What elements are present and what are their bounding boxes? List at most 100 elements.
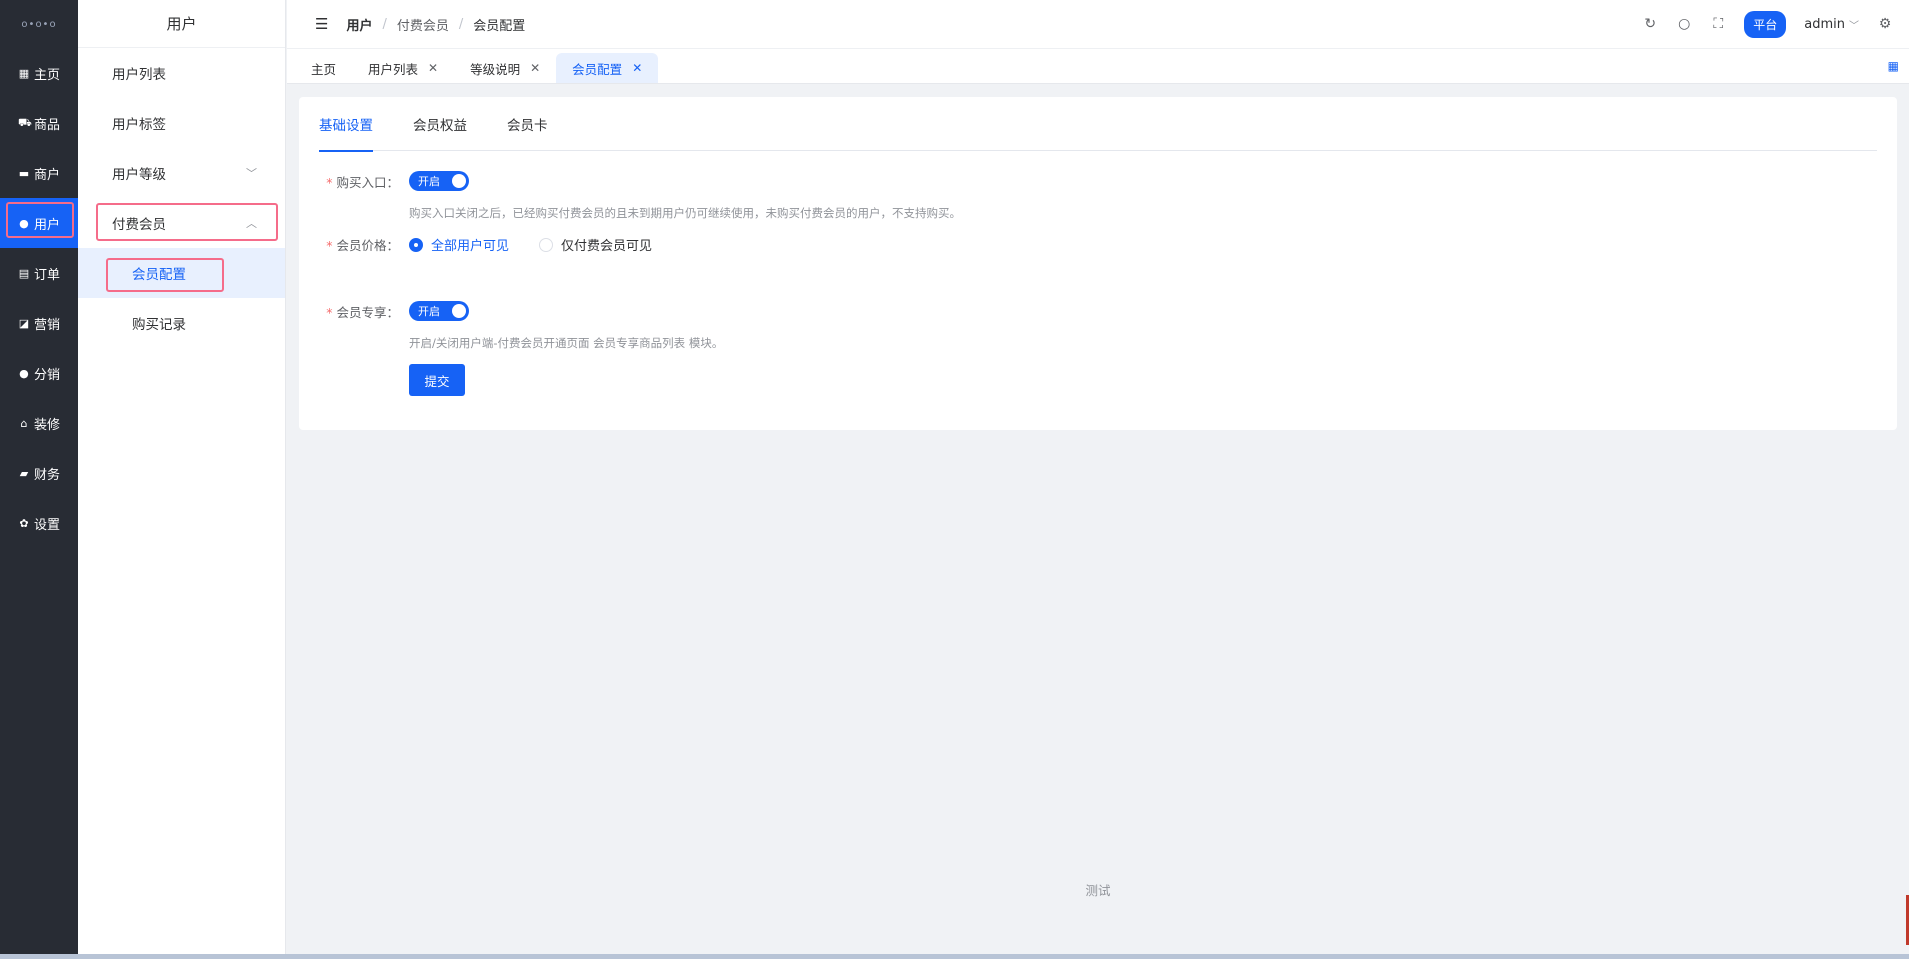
- chart-icon: ◪: [18, 316, 30, 330]
- username: admin: [1804, 16, 1845, 32]
- rail-item-decoration[interactable]: ⌂ 装修: [0, 398, 78, 448]
- fullscreen-icon[interactable]: ⛶: [1710, 16, 1726, 32]
- exclusive-hint: 开启/关闭用户端-付费会员开通页面 会员专享商品列表 模块。: [409, 336, 724, 350]
- submenu-child-member-config[interactable]: 会员配置: [78, 248, 285, 298]
- refresh-icon[interactable]: ↻: [1642, 16, 1658, 32]
- rail-item-home[interactable]: ▦ 主页: [0, 48, 78, 98]
- submenu-child-label: 会员配置: [132, 267, 186, 283]
- form-label: * 会员价格：: [299, 235, 409, 254]
- exclusive-row: * 会员专享： 开启: [299, 301, 1897, 321]
- breadcrumb-separator: /: [458, 16, 464, 32]
- header-actions: ↻ ○ ⛶ 平台 admin ﹀ ⚙: [1642, 10, 1893, 38]
- settings-gear-icon[interactable]: ⚙: [1877, 16, 1893, 32]
- submenu-item-user-list[interactable]: 用户列表: [78, 48, 285, 98]
- member-config-card: 基础设置 会员权益 会员卡 * 购买入口： 开启 购买入口关闭之后，已经购买付费会…: [299, 97, 1897, 430]
- home-icon: ⌂: [20, 416, 28, 430]
- chevron-down-icon: ﹀: [1849, 20, 1859, 32]
- footer-text: 测试: [1085, 883, 1111, 898]
- breadcrumb: 用户 / 付费会员 / 会员配置: [346, 15, 525, 34]
- breadcrumb-current: 会员配置: [473, 18, 526, 34]
- tab-label: 会员配置: [572, 61, 623, 77]
- exclusive-switch[interactable]: 开启: [409, 301, 469, 321]
- rail-item-finance[interactable]: ▰ 财务: [0, 448, 78, 498]
- buy-entry-hint: 购买入口关闭之后，已经购买付费会员的且未到期用户仍可继续使用，未购买付费会员的用…: [409, 206, 961, 220]
- submenu-item-paid-membership[interactable]: 付费会员 ︿: [78, 198, 285, 248]
- chevron-up-icon: ︿: [246, 217, 257, 230]
- close-icon[interactable]: ✕: [632, 61, 642, 75]
- form-label: * 会员专享：: [299, 302, 409, 321]
- tab-member-benefits[interactable]: 会员权益: [413, 97, 467, 151]
- submenu-item-user-levels[interactable]: 用户等级 ﹀: [78, 148, 285, 198]
- label-text: 会员价格：: [336, 238, 399, 253]
- main-nav-rail: o•o•o ▦ 主页 ⛟ 商品 ▬ 商户 ● 用户 ▤ 订单 ◪ 营销 ● 分销 ⌂ 装修 ▰ 财…: [0, 0, 78, 959]
- close-icon[interactable]: ✕: [428, 61, 438, 75]
- store-icon: ▬: [18, 166, 30, 180]
- rail-item-merchants[interactable]: ▬ 商户: [0, 148, 78, 198]
- tab-home[interactable]: 主页: [295, 53, 352, 83]
- required-mark: *: [326, 238, 333, 253]
- bag-icon: ⛟: [17, 115, 32, 129]
- bottom-scrollbar[interactable]: [0, 954, 1909, 959]
- submit-button[interactable]: 提交: [409, 364, 465, 396]
- logo[interactable]: o•o•o: [0, 0, 78, 48]
- radio-dot: [539, 237, 554, 252]
- radio-label: 全部用户可见: [431, 239, 510, 254]
- required-mark: *: [326, 304, 333, 320]
- buy-entry-row: * 购买入口： 开启: [299, 171, 1897, 191]
- page-tabs-bar: 主页 用户列表 ✕ 等级说明 ✕ 会员配置 ✕ ▦: [287, 48, 1909, 84]
- radio-all-users[interactable]: 全部用户可见: [409, 235, 509, 254]
- rail-item-settings[interactable]: ✿ 设置: [0, 498, 78, 548]
- platform-badge[interactable]: 平台: [1744, 10, 1787, 38]
- rail-label: 商户: [33, 167, 60, 183]
- rail-item-orders[interactable]: ▤ 订单: [0, 248, 78, 298]
- tab-level-description[interactable]: 等级说明 ✕: [454, 53, 556, 83]
- rail-label: 订单: [33, 267, 60, 283]
- top-header: ☰ 用户 / 付费会员 / 会员配置 ↻ ○ ⛶ 平台 admin ﹀ ⚙: [287, 0, 1909, 48]
- breadcrumb-separator: /: [382, 16, 387, 32]
- rail-item-distribution[interactable]: ● 分销: [0, 348, 78, 398]
- tab-label: 等级说明: [470, 61, 521, 77]
- price-row: * 会员价格： 全部用户可见 仅付费会员可见: [299, 235, 1897, 254]
- user-menu[interactable]: admin ﹀: [1804, 17, 1859, 32]
- chevron-down-icon: ﹀: [246, 167, 257, 180]
- rail-label: 商品: [33, 117, 60, 133]
- radio-label: 仅付费会员可见: [561, 239, 653, 254]
- user-icon: ●: [19, 216, 29, 230]
- submenu-label: 用户等级: [112, 167, 166, 183]
- tab-member-card[interactable]: 会员卡: [507, 97, 548, 151]
- breadcrumb-item[interactable]: 付费会员: [397, 15, 449, 34]
- rail-label: 分销: [33, 367, 60, 383]
- submenu-child-label: 购买记录: [132, 317, 186, 333]
- tab-user-list[interactable]: 用户列表 ✕: [352, 53, 454, 83]
- rail-item-products[interactable]: ⛟ 商品: [0, 98, 78, 148]
- radio-dot: [409, 237, 423, 252]
- grid-menu-icon[interactable]: ▦: [1888, 59, 1899, 73]
- buy-entry-switch[interactable]: 开启: [409, 171, 469, 191]
- tab-basic-settings[interactable]: 基础设置: [319, 97, 373, 152]
- tab-label: 用户列表: [368, 61, 419, 77]
- search-icon[interactable]: ○: [1676, 16, 1692, 32]
- wallet-icon: ▰: [19, 466, 29, 480]
- rail-item-users[interactable]: ● 用户: [0, 198, 78, 248]
- radio-paid-members-only[interactable]: 仅付费会员可见: [539, 235, 652, 254]
- sub-menu: 用户 用户列表 用户标签 用户等级 ﹀ 付费会员 ︿ 会员配置 购买记录: [78, 0, 286, 959]
- breadcrumb-item[interactable]: 用户: [346, 15, 372, 34]
- rail-label: 设置: [33, 517, 60, 533]
- gear-icon: ✿: [19, 516, 29, 530]
- submenu-child-purchase-records[interactable]: 购买记录: [78, 298, 285, 348]
- submenu-label: 付费会员: [112, 217, 166, 233]
- rail-item-marketing[interactable]: ◪ 营销: [0, 298, 78, 348]
- rail-label: 主页: [33, 67, 60, 83]
- menu-toggle-icon[interactable]: ☰: [315, 15, 328, 33]
- rail-label: 财务: [33, 467, 60, 483]
- submenu-label: 用户标签: [112, 117, 166, 133]
- submenu-title: 用户: [78, 0, 285, 48]
- rail-label: 用户: [33, 217, 60, 233]
- submenu-label: 用户列表: [112, 67, 166, 83]
- label-text: 会员专享：: [336, 304, 399, 320]
- tab-label: 主页: [311, 61, 337, 77]
- close-icon[interactable]: ✕: [530, 61, 540, 75]
- tab-member-config[interactable]: 会员配置 ✕: [556, 53, 659, 83]
- submenu-item-user-tags[interactable]: 用户标签: [78, 98, 285, 148]
- required-mark: *: [326, 174, 333, 190]
